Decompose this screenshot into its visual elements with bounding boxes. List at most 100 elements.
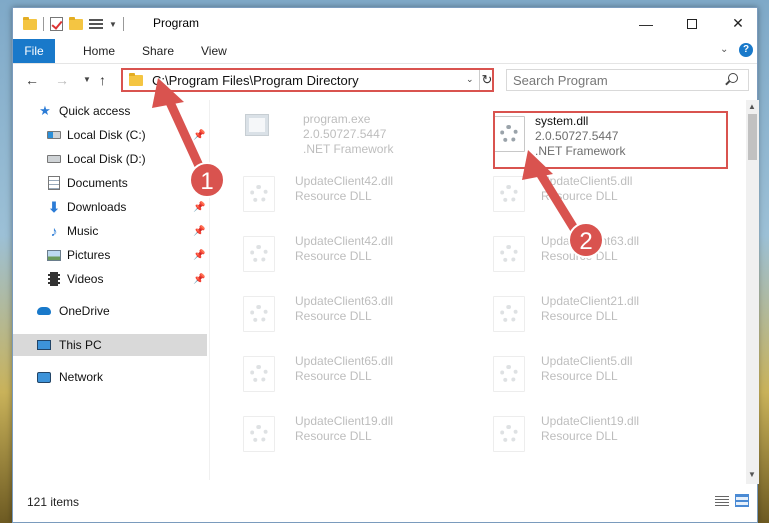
pin-icon[interactable]: 📌 — [193, 226, 205, 237]
gear-icon — [250, 185, 268, 203]
vertical-scrollbar[interactable]: ▲ ▼ — [746, 100, 759, 484]
toolbar-divider — [122, 17, 124, 31]
file-name: UpdateClient42.dll — [295, 174, 394, 188]
sidebar-item-local-disk-c[interactable]: Local Disk (C:) 📌 — [13, 124, 207, 146]
gear-icon — [250, 245, 268, 263]
gear-icon — [500, 365, 518, 383]
dll-file-icon — [493, 416, 525, 452]
sidebar-item-quick-access[interactable]: ★ Quick access — [13, 100, 207, 122]
pane-divider[interactable] — [209, 100, 210, 480]
dll-file-icon — [243, 236, 275, 272]
file-tile[interactable]: UpdateClient65.dll Resource DLL — [233, 346, 473, 400]
expand-ribbon-icon[interactable]: ⌄ — [720, 44, 728, 55]
sidebar-item-documents[interactable]: Documents — [13, 172, 207, 194]
file-tile-system-dll[interactable]: system.dll 2.0.50727.5447 .NET Framework — [483, 106, 723, 160]
chevron-down-icon[interactable]: ⌄ — [466, 74, 474, 85]
file-description: Resource DLL — [541, 189, 618, 203]
drive-icon — [47, 152, 61, 166]
up-button[interactable]: ↑ — [99, 72, 106, 88]
gear-icon — [500, 305, 518, 323]
file-tile[interactable]: UpdateClient63.dll Resource DLL — [483, 226, 723, 280]
download-icon: ⬇ — [48, 198, 60, 215]
address-path[interactable]: C:\Program Files\Program Directory — [152, 73, 359, 88]
scroll-up-icon[interactable]: ▲ — [748, 102, 756, 111]
tab-view[interactable]: View — [201, 39, 227, 63]
cloud-icon — [37, 304, 51, 318]
file-tile[interactable]: UpdateClient42.dll Resource DLL — [233, 166, 473, 220]
close-button[interactable]: ✕ — [715, 8, 761, 39]
file-tile[interactable]: UpdateClient5.dll Resource DLL — [483, 166, 723, 220]
pin-icon[interactable]: 📌 — [193, 130, 205, 141]
properties-icon[interactable] — [50, 17, 63, 31]
file-name: system.dll — [535, 114, 589, 128]
file-tile[interactable]: UpdateClient19.dll Resource DLL — [233, 406, 473, 460]
dll-file-icon — [243, 356, 275, 392]
maximize-button[interactable] — [669, 8, 715, 39]
file-tile[interactable]: UpdateClient63.dll Resource DLL — [233, 286, 473, 340]
music-icon: ♪ — [50, 223, 58, 239]
recent-locations-icon[interactable]: ▼ — [83, 75, 91, 84]
file-list: program.exe 2.0.50727.5447 .NET Framewor… — [219, 100, 741, 480]
explorer-window: ▼ Program — ✕ File Home Share View ⌄ ? ←… — [12, 7, 759, 523]
tiles-view-icon[interactable] — [735, 494, 749, 507]
tab-home[interactable]: Home — [83, 39, 115, 63]
pin-icon[interactable]: 📌 — [193, 250, 205, 261]
navigation-pane: ★ Quick access Local Disk (C:) 📌 Local D… — [13, 100, 209, 480]
file-tile[interactable]: UpdateClient5.dll Resource DLL — [483, 346, 723, 400]
window-title: Program — [153, 16, 200, 30]
dll-file-icon — [493, 356, 525, 392]
refresh-button[interactable]: ↻ — [479, 70, 494, 90]
sidebar-item-label: Local Disk (D:) — [67, 152, 146, 166]
sidebar-item-onedrive[interactable]: OneDrive — [13, 300, 207, 322]
address-bar[interactable]: C:\Program Files\Program Directory ⌄ ↻ — [121, 68, 494, 92]
chevron-down-icon[interactable]: ▼ — [109, 20, 117, 29]
details-view-icon[interactable] — [715, 496, 729, 507]
file-description: Resource DLL — [295, 189, 372, 203]
pin-icon[interactable]: 📌 — [193, 202, 205, 213]
scrollbar-thumb[interactable] — [748, 114, 757, 160]
minimize-button[interactable]: — — [623, 8, 669, 39]
sidebar-item-music[interactable]: ♪ Music 📌 — [13, 220, 207, 242]
back-button[interactable]: ← — [25, 72, 39, 88]
tab-share[interactable]: Share — [142, 39, 174, 63]
file-version: 2.0.50727.5447 — [535, 129, 619, 143]
file-description: Resource DLL — [295, 369, 372, 383]
dll-file-icon — [493, 176, 525, 212]
search-icon[interactable] — [728, 73, 738, 83]
search-box[interactable] — [506, 69, 749, 91]
title-bar: ▼ Program — ✕ — [13, 8, 757, 39]
file-tile[interactable]: program.exe 2.0.50727.5447 .NET Framewor… — [233, 104, 473, 158]
sidebar-item-this-pc[interactable]: This PC — [13, 334, 207, 356]
scroll-down-icon[interactable]: ▼ — [748, 470, 756, 479]
sidebar-item-label: Quick access — [59, 104, 131, 118]
file-name: UpdateClient63.dll — [295, 294, 394, 308]
new-folder-icon[interactable] — [69, 16, 83, 30]
sidebar-item-network[interactable]: Network — [13, 366, 207, 388]
sidebar-item-videos[interactable]: Videos 📌 — [13, 268, 207, 290]
gear-icon — [250, 425, 268, 443]
sidebar-item-local-disk-d[interactable]: Local Disk (D:) — [13, 148, 207, 170]
help-icon[interactable]: ? — [739, 43, 753, 57]
file-tile[interactable]: UpdateClient19.dll Resource DLL — [483, 406, 723, 460]
pin-icon[interactable]: 📌 — [193, 274, 205, 285]
file-tile[interactable]: UpdateClient21.dll Resource DLL — [483, 286, 723, 340]
folder-icon[interactable] — [23, 16, 37, 30]
file-tile[interactable]: UpdateClient42.dll Resource DLL — [233, 226, 473, 280]
forward-button[interactable]: → — [55, 72, 69, 88]
network-icon — [37, 370, 51, 384]
sidebar-item-pictures[interactable]: Pictures 📌 — [13, 244, 207, 266]
file-name: UpdateClient42.dll — [295, 234, 394, 248]
file-description: Resource DLL — [295, 429, 372, 443]
tab-file[interactable]: File — [13, 39, 55, 63]
file-description: Resource DLL — [295, 249, 372, 263]
videos-icon — [47, 272, 61, 286]
view-icon[interactable] — [89, 18, 103, 30]
sidebar-item-downloads[interactable]: ⬇ Downloads 📌 — [13, 196, 207, 218]
sidebar-item-label: Network — [59, 370, 104, 384]
star-icon: ★ — [39, 103, 51, 118]
file-description: .NET Framework — [303, 142, 394, 156]
maximize-icon — [687, 18, 697, 29]
status-bar: 121 items — [13, 486, 757, 516]
gear-icon — [250, 365, 268, 383]
search-input[interactable] — [513, 72, 713, 88]
